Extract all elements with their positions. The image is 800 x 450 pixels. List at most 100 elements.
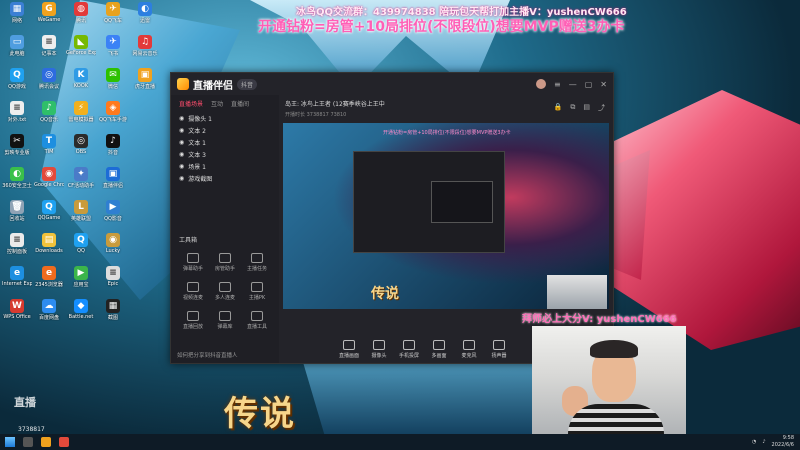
eye-icon[interactable]: ◉ [179,175,184,182]
scene-item[interactable]: ◉ 文本 2 [171,124,279,136]
eye-icon[interactable]: ◉ [179,127,184,134]
desktop-icon[interactable]: ▶ 应用宝 [66,266,96,288]
user-avatar[interactable] [536,79,547,89]
app-icon: ≡ [10,101,24,115]
bottom-toolbar-button[interactable]: 直播画面 [339,340,359,359]
bottom-toolbar-button[interactable]: 手机投屏 [399,340,419,359]
desktop-icon[interactable]: T TIM [34,134,64,155]
desktop-icon[interactable]: ▣ 直播伴侣 [98,167,128,189]
scene-item[interactable]: ◉ 摄像头 1 [171,112,279,124]
desktop-icon[interactable]: ◎ 腾讯会议 [34,68,64,90]
toolbox-item[interactable]: 弹幕库 [209,311,241,330]
minimize-icon[interactable]: — [569,80,577,89]
desktop-icon[interactable]: ◈ QQ飞车手游 [98,101,128,123]
eye-icon[interactable]: ◉ [179,115,184,122]
desktop-icon[interactable]: ✈ 飞书 [98,35,128,57]
desktop-icon[interactable]: ◍ 腾讯 [66,2,96,24]
desktop-icon[interactable]: eInternet Explorer [2,266,32,287]
desktop-icon[interactable]: ✦ CF活动助手 [66,167,96,189]
desktop-icon[interactable]: W WPS Office [2,299,32,320]
legend-title-text: 传说 [224,394,296,434]
chrome-taskbar-icon[interactable] [59,437,69,447]
maximize-icon[interactable]: ▢ [585,80,593,89]
bottom-toolbar-button[interactable]: 麦克风 [459,340,479,359]
desktop-icon-label: 迅雷 [139,18,150,24]
volume-icon[interactable]: ♪ [762,439,765,445]
desktop-icon[interactable]: ✉ 微信 [98,68,128,90]
bottom-notice[interactable]: 如何把分享到抖音直播人 [177,351,238,359]
toolbox-item[interactable]: 弹幕助手 [177,253,209,272]
toolbox-item[interactable]: 主播PK [241,282,273,301]
scene-item[interactable]: ◉ 游戏截图 [171,172,279,184]
toolbox-item[interactable]: 视频连麦 [177,282,209,301]
stream-preview[interactable]: 开通钻粉=房管+10局排位(不限段位)想要MVP赠送3办卡 传说 [283,123,609,309]
desktop-icon[interactable]: ≡ 控制面板 [2,233,32,255]
platform-tag[interactable]: 抖音 [237,78,258,90]
toolbox-item[interactable]: 多人连麦 [209,282,241,301]
app-titlebar[interactable]: 直播伴侣 抖音 ≡ — ▢ ✕ [171,73,613,95]
layers-icon[interactable]: ▤ [583,103,590,113]
desktop-icon[interactable]: G WeGame [34,2,64,23]
bottom-toolbar-button[interactable]: 摄像头 [369,340,389,359]
stream-title[interactable]: 岛王: 冰鸟上王者 (12赛季峡谷上王中 [285,99,385,108]
network-icon[interactable]: ◔ [752,439,756,445]
desktop-icon[interactable]: ✈ QQ飞车 [98,2,128,24]
share-icon[interactable]: ⤴ [598,103,605,113]
taskbar: ◔ ♪ 9:58 2022/6/6 [0,434,800,450]
desktop-icon[interactable]: ♪ QQ音乐 [34,101,64,123]
desktop-icon[interactable]: ▦ 网络 [2,2,32,24]
eye-icon[interactable]: ◉ [179,163,184,170]
desktop-icon[interactable]: ♫ 网易云音乐 [130,35,160,57]
desktop-icon[interactable]: ▦ 截图 [98,299,128,321]
desktop-icon[interactable]: ▶ QQ影音 [98,200,128,222]
bottom-toolbar-button[interactable]: 扬声器 [489,340,509,359]
desktop-icon[interactable]: ≡ 对外.txt [2,101,32,123]
close-icon[interactable]: ✕ [600,80,607,89]
desktop-icon[interactable]: ⚡ 雷电模拟器 [66,101,96,123]
toolbox-item[interactable]: 房管助手 [209,253,241,272]
desktop-icon[interactable]: ☁ 百度网盘 [34,299,64,321]
toolbox-item[interactable]: 主播任务 [241,253,273,272]
copy-icon[interactable]: ⧉ [570,103,575,113]
desktop-icon[interactable]: ◣GeForce Experience [66,35,96,56]
desktop-icon[interactable]: ▭ 此电脑 [2,35,32,57]
desktop-icon[interactable]: ◐ 迅雷 [130,2,160,24]
desktop-icon-label: WPS Office [3,314,31,320]
desktop-icon[interactable]: K KOOK [66,68,96,89]
desktop-icon[interactable]: ✂ 剪映专业版 [2,134,32,156]
app-icon: ♪ [106,134,120,148]
desktop-icon[interactable]: ◎ OBS [66,134,96,155]
desktop-icon[interactable]: ◉ Lucky [98,233,128,254]
clock[interactable]: 9:58 2022/6/6 [772,435,794,449]
lock-icon[interactable]: 🔒 [554,103,563,113]
desktop-icon[interactable]: ◆ Battle.net [66,299,96,320]
desktop-icon[interactable]: Q QQ游戏 [2,68,32,90]
desktop-icon[interactable]: ▤ Downloads [34,233,64,254]
tab-scenes[interactable]: 直播场景 [179,99,203,108]
scene-item[interactable]: ◉ 文本 1 [171,136,279,148]
desktop-icon[interactable]: ▣ 虎牙直播 [130,68,160,90]
desktop-icon[interactable]: ≡ 记事本 [34,35,64,57]
desktop-icon[interactable]: e 2345浏览器 [34,266,64,288]
search-icon[interactable] [23,437,33,447]
desktop-icon[interactable]: 🗑 回收站 [2,200,32,222]
desktop-icon[interactable]: L 英雄联盟 [66,200,96,222]
toolbox-item[interactable]: 直播回放 [177,311,209,330]
desktop-icon[interactable]: ≡ Epic [98,266,128,287]
menu-icon[interactable]: ≡ [554,80,561,89]
desktop-icon[interactable]: Q QQGame [34,200,64,221]
tab-room[interactable]: 直播间 [231,99,249,108]
scene-item[interactable]: ◉ 场景 1 [171,160,279,172]
start-icon[interactable] [5,437,15,447]
desktop-icon[interactable]: ◐ 360安全卫士 [2,167,32,189]
desktop-icon[interactable]: Q QQ [66,233,96,254]
bottom-toolbar-button[interactable]: 多画面 [429,340,449,359]
scene-item[interactable]: ◉ 文本 3 [171,148,279,160]
eye-icon[interactable]: ◉ [179,151,184,158]
desktop-icon[interactable]: ♪ 抖音 [98,134,128,156]
eye-icon[interactable]: ◉ [179,139,184,146]
tab-interaction[interactable]: 互动 [211,99,223,108]
toolbox-item[interactable]: 直播工具 [241,311,273,330]
wegame-taskbar-icon[interactable] [41,437,51,447]
desktop-icon[interactable]: ◉Google Chrome [34,167,64,188]
